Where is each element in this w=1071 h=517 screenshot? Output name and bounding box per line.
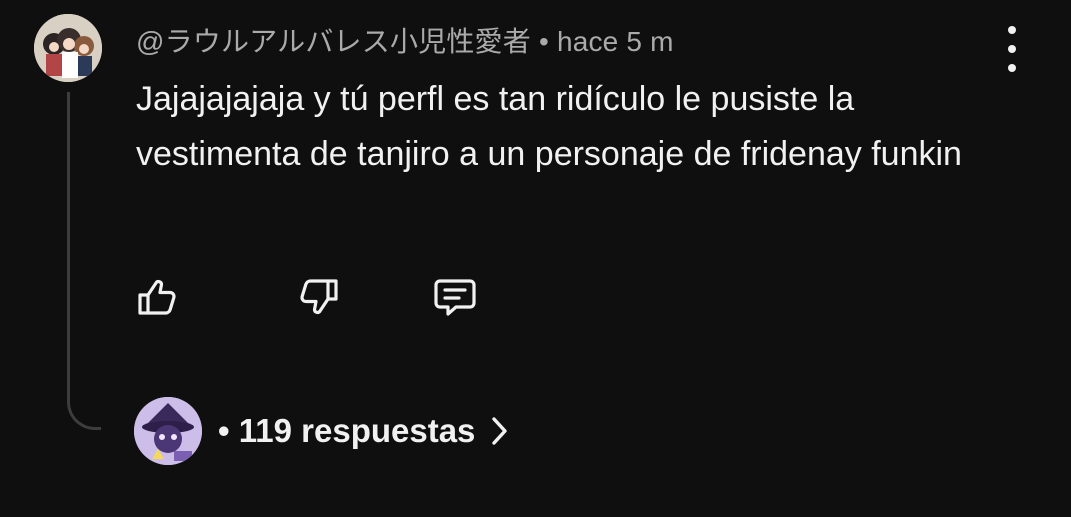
- like-button[interactable]: [133, 272, 183, 322]
- reply-button[interactable]: [430, 272, 480, 322]
- more-vert-icon[interactable]: [994, 26, 1030, 72]
- replies-count: 119 respuestas: [238, 412, 476, 449]
- author-avatar-image: [34, 14, 102, 82]
- comment-thread: @ラウルアルバレス小児性愛者 • hace 5 m Jajajajajaja y…: [0, 0, 1071, 517]
- replies-prefix-dot: •: [218, 412, 230, 449]
- comment-text: Jajajajajaja y tú perfl es tan ridículo …: [136, 80, 962, 173]
- menu-dot: [1008, 64, 1016, 72]
- reply-avatar-image: [134, 397, 202, 465]
- comment-timestamp: hace 5 m: [556, 26, 674, 57]
- reply-avatar: [134, 397, 202, 465]
- thread-connector-line: [67, 92, 101, 430]
- author-avatar[interactable]: [34, 14, 102, 82]
- replies-count-label: • 119 respuestas: [218, 412, 475, 450]
- thumbs-up-icon: [138, 279, 176, 315]
- chevron-right-icon: [489, 414, 511, 448]
- thumbs-down-icon: [300, 279, 338, 315]
- menu-dot: [1008, 26, 1016, 34]
- meta-separator: •: [538, 26, 549, 57]
- dislike-button[interactable]: [293, 272, 343, 322]
- comment-meta: @ラウルアルバレス小児性愛者 • hace 5 m: [136, 20, 674, 60]
- author-handle[interactable]: @ラウルアルバレス小児性愛者: [136, 26, 531, 57]
- comment-icon: [434, 279, 476, 316]
- view-replies-button[interactable]: • 119 respuestas: [134, 396, 511, 466]
- menu-dot: [1008, 45, 1016, 53]
